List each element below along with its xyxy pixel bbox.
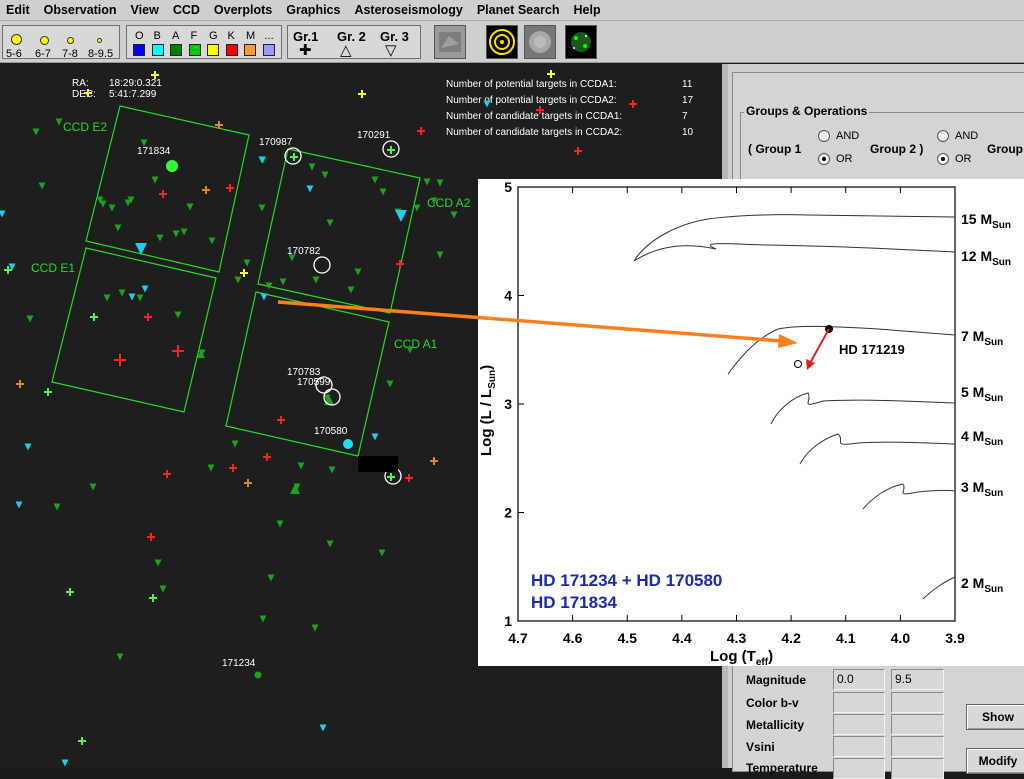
pointer-arrow-head — [778, 334, 798, 348]
pointer-overlay — [277, 300, 798, 348]
pointer-arrow-line — [277, 300, 783, 343]
